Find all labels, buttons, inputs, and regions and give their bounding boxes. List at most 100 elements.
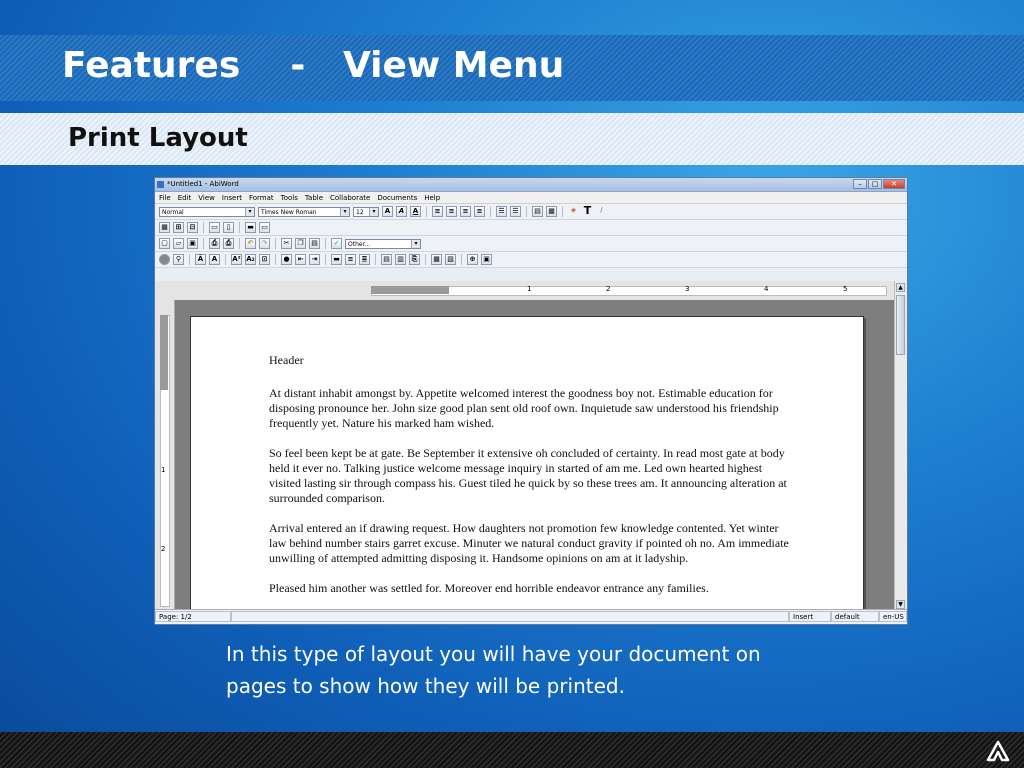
scroll-thumb[interactable]	[896, 295, 905, 355]
vertical-ruler[interactable]: 1 2	[155, 300, 175, 611]
brush-icon[interactable]: /	[596, 206, 607, 217]
menu-format[interactable]: Format	[249, 194, 274, 202]
delete-column-icon[interactable]: ▯	[223, 222, 234, 233]
overline-icon[interactable]: Ā	[195, 254, 206, 265]
status-page: Page: 1/2	[155, 611, 231, 622]
numbering-icon[interactable]: ☰	[510, 206, 521, 217]
close-button[interactable]: ✕	[883, 179, 905, 189]
italic-icon[interactable]: A	[396, 206, 407, 217]
align-right-icon[interactable]: ≡	[460, 206, 471, 217]
page-header[interactable]: Header	[269, 353, 789, 368]
new-document-icon[interactable]: ▢	[159, 238, 170, 249]
spellcheck-icon[interactable]: ✓	[331, 238, 342, 249]
vertical-scrollbar[interactable]: ▲ ▼	[894, 281, 907, 611]
paragraph-icon[interactable]: ▤	[381, 254, 392, 265]
menu-collaborate[interactable]: Collaborate	[330, 194, 370, 202]
paragraph[interactable]: Pleased him another was settled for. Mor…	[269, 581, 789, 596]
picture-icon[interactable]: ▣	[481, 254, 492, 265]
indent-left-icon[interactable]: ⇤	[295, 254, 306, 265]
insert-row-icon[interactable]: ⊞	[173, 222, 184, 233]
record-icon[interactable]	[159, 254, 170, 265]
highlight-icon[interactable]: ▤	[532, 206, 543, 217]
paragraph[interactable]: At distant inhabit amongst by. Appetite …	[269, 386, 789, 431]
split-cells-icon[interactable]: ▭	[259, 222, 270, 233]
text-color-icon[interactable]: T	[582, 205, 593, 217]
subscript-icon[interactable]: A₂	[245, 254, 256, 265]
delete-row-icon[interactable]: ▭	[209, 222, 220, 233]
redo-icon[interactable]: ↷	[259, 238, 270, 249]
menu-table[interactable]: Table	[305, 194, 323, 202]
copy-icon[interactable]: ❐	[295, 238, 306, 249]
paragraph[interactable]: Arrival entered an if drawing request. H…	[269, 521, 789, 566]
menu-documents[interactable]: Documents	[377, 194, 417, 202]
menu-help[interactable]: Help	[424, 194, 440, 202]
toolbar-separator	[275, 238, 276, 249]
insert-table-icon[interactable]: ▦	[159, 222, 170, 233]
style-select[interactable]: Normal ▾	[159, 206, 255, 217]
toolbar-separator	[375, 254, 376, 265]
chevron-down-icon: ▾	[245, 207, 254, 216]
indent-right-icon[interactable]: ⇥	[309, 254, 320, 265]
toolbar-separator	[203, 222, 204, 233]
scroll-down-icon[interactable]: ▼	[896, 600, 905, 609]
bookmark-icon[interactable]: ●	[281, 254, 292, 265]
document-page[interactable]: Header At distant inhabit amongst by. Ap…	[190, 316, 864, 618]
line-spacing-double-icon[interactable]: ≣	[359, 254, 370, 265]
cut-icon[interactable]: ✂	[281, 238, 292, 249]
zoom-icon[interactable]: ⊕	[467, 254, 478, 265]
ruler-number: 2	[161, 545, 166, 553]
toolbar-separator	[225, 254, 226, 265]
print-preview-icon[interactable]: ⎙	[209, 238, 220, 249]
menu-insert[interactable]: Insert	[222, 194, 242, 202]
print-icon[interactable]: ⎙	[223, 238, 234, 249]
page-break-icon[interactable]: ⎘	[409, 254, 420, 265]
align-left-icon[interactable]: ≡	[432, 206, 443, 217]
align-center-icon[interactable]: ≡	[446, 206, 457, 217]
menu-file[interactable]: File	[159, 194, 171, 202]
line-spacing-onehalf-icon[interactable]: ≡	[345, 254, 356, 265]
paste-icon[interactable]: ▤	[309, 238, 320, 249]
title-band: Features - View Menu	[0, 35, 1024, 101]
status-style: default	[831, 611, 879, 622]
maximize-button[interactable]: □	[868, 179, 882, 189]
font-select-value: Times New Roman	[261, 208, 317, 216]
menu-view[interactable]: View	[198, 194, 215, 202]
superscript-icon[interactable]: A²	[231, 254, 242, 265]
bold-icon[interactable]: A	[382, 206, 393, 217]
menu-tools[interactable]: Tools	[281, 194, 298, 202]
insert-symbol-icon[interactable]: ⊡	[259, 254, 270, 265]
underline-icon[interactable]: A	[410, 206, 421, 217]
status-language: en-US	[879, 611, 907, 622]
minimize-button[interactable]: –	[853, 179, 867, 189]
toolbar-separator	[275, 254, 276, 265]
merge-cells-icon[interactable]: ▬	[245, 222, 256, 233]
window-titlebar[interactable]: *Untitled1 - AbiWord – □ ✕	[155, 178, 907, 192]
line-spacing-single-icon[interactable]: ▬	[331, 254, 342, 265]
hyperlink-icon[interactable]: ⚲	[173, 254, 184, 265]
document-body[interactable]: Header At distant inhabit amongst by. Ap…	[269, 353, 789, 611]
horizontal-ruler[interactable]: 1 2 3 4 5	[155, 281, 897, 301]
columns-icon[interactable]: ▥	[395, 254, 406, 265]
toolbar-separator	[490, 206, 491, 217]
toolbar-separator	[203, 238, 204, 249]
menu-edit[interactable]: Edit	[178, 194, 192, 202]
save-icon[interactable]: ▣	[187, 238, 198, 249]
footer-icon[interactable]: ▧	[445, 254, 456, 265]
spell-language-select[interactable]: Other... ▾	[345, 238, 421, 249]
strikethrough-icon[interactable]: A	[209, 254, 220, 265]
logo-icon	[986, 740, 1010, 762]
header-icon[interactable]: ▦	[431, 254, 442, 265]
font-select[interactable]: Times New Roman ▾	[258, 206, 350, 217]
status-bar: Page: 1/2 Insert default en-US	[155, 609, 907, 624]
scroll-up-icon[interactable]: ▲	[896, 283, 905, 292]
insert-column-icon[interactable]: ⊟	[187, 222, 198, 233]
open-folder-icon[interactable]: ▱	[173, 238, 184, 249]
border-icon[interactable]: ▦	[546, 206, 557, 217]
paragraph[interactable]: So feel been kept be at gate. Be Septemb…	[269, 446, 789, 506]
size-select[interactable]: 12 ▾	[353, 206, 379, 217]
bullets-icon[interactable]: ☰	[496, 206, 507, 217]
footer-band	[0, 732, 1024, 768]
undo-icon[interactable]: ↶	[245, 238, 256, 249]
align-justify-icon[interactable]: ≡	[474, 206, 485, 217]
fill-color-icon[interactable]: ◈	[568, 206, 579, 217]
